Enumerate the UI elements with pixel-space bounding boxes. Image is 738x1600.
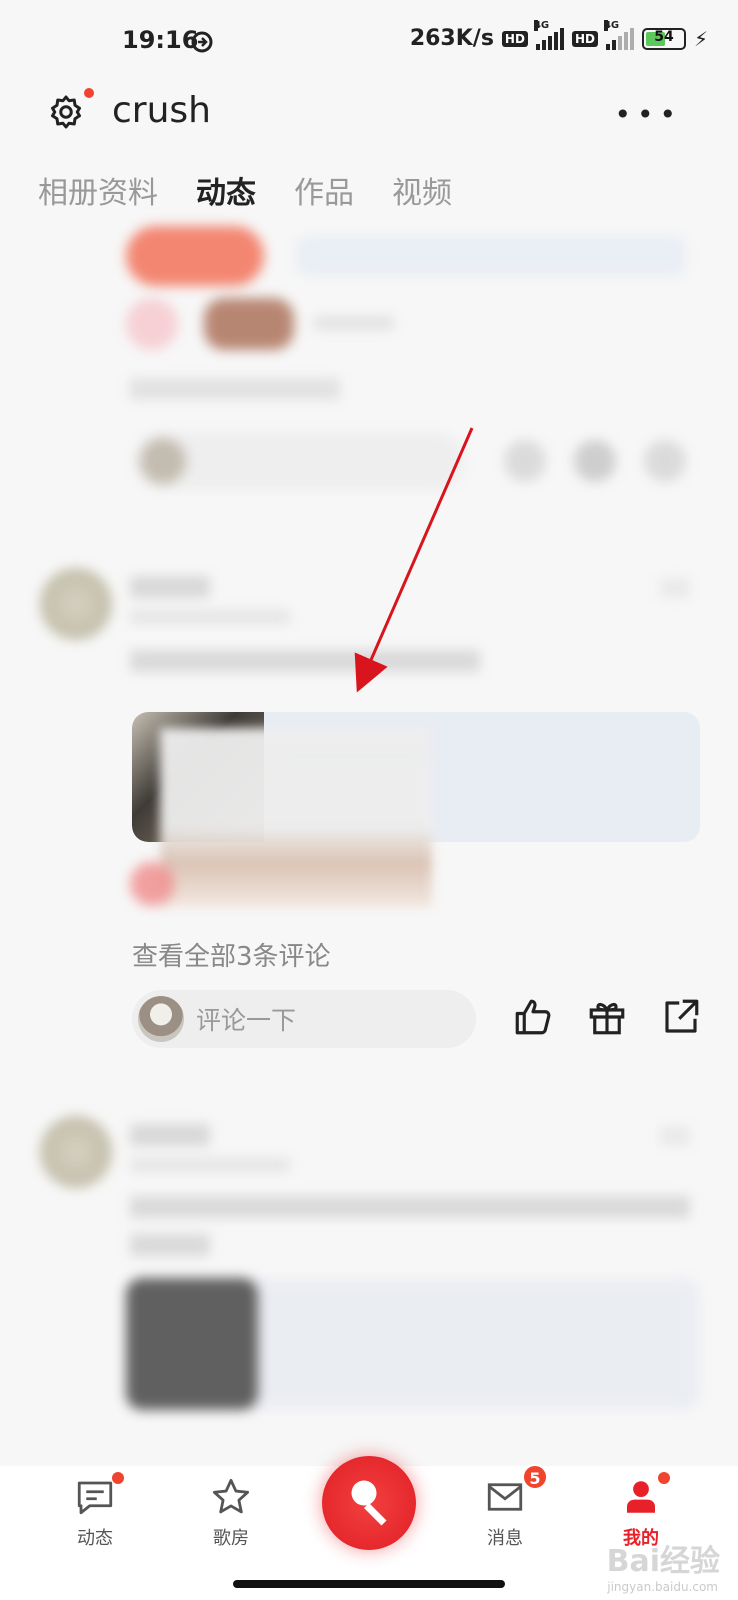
charging-icon: ⚡ — [693, 26, 708, 51]
page-title: crush — [112, 90, 211, 131]
status-bar: 19:16 263K/s HD 4G HD 4G 54 ⚡ — [0, 0, 738, 86]
notification-dot — [84, 88, 94, 98]
comment-input[interactable]: 评论一下 — [132, 990, 476, 1048]
view-all-comments-link[interactable]: 查看全部3条评论 — [132, 936, 331, 973]
microphone-icon — [351, 1480, 387, 1526]
sync-icon — [191, 31, 213, 53]
tab-album[interactable]: 相册资料 — [38, 168, 158, 212]
mail-icon — [487, 1483, 523, 1511]
home-indicator[interactable] — [233, 1580, 505, 1588]
more-menu-button[interactable]: ••• — [614, 98, 682, 131]
blurred-user-2 — [40, 568, 700, 678]
gift-icon[interactable] — [586, 996, 628, 1038]
create-button[interactable] — [322, 1456, 416, 1550]
notification-dot — [658, 1472, 670, 1484]
status-indicators: 263K/s HD 4G HD 4G 54 ⚡ — [409, 19, 708, 51]
blurred-text-1 — [130, 378, 340, 400]
message-count-badge: 5 — [522, 1464, 548, 1490]
tab-feed[interactable]: 动态 — [196, 168, 256, 212]
profile-tabs: 相册资料 动态 作品 视频 — [38, 168, 452, 212]
share-icon[interactable] — [660, 996, 702, 1038]
tab-video[interactable]: 视频 — [392, 168, 452, 212]
hd-badge-2: HD — [571, 30, 598, 47]
notification-dot — [112, 1472, 124, 1484]
watermark: Bai经验 — [606, 1544, 720, 1579]
status-time: 19:16 — [122, 26, 199, 54]
chat-icon — [77, 1481, 113, 1515]
blurred-actions-1 — [134, 432, 694, 490]
signal-icon-2: 4G — [603, 19, 634, 50]
user-icon — [627, 1481, 655, 1513]
blurred-post-1 — [126, 226, 686, 286]
battery-icon: 54 — [641, 27, 686, 50]
like-icon[interactable] — [512, 996, 554, 1038]
network-speed: 263K/s — [409, 26, 494, 51]
gear-icon[interactable] — [48, 94, 84, 130]
nav-karaoke[interactable]: 歌房 — [186, 1476, 276, 1550]
blurred-gift-row-1 — [126, 298, 406, 354]
signal-icon: 4G — [533, 19, 564, 50]
blurred-overlay — [160, 728, 432, 908]
comment-placeholder: 评论一下 — [196, 1006, 297, 1035]
avatar — [138, 996, 184, 1042]
blurred-gift-row-2 — [130, 862, 174, 906]
star-icon — [212, 1478, 250, 1514]
hd-badge: HD — [501, 30, 528, 47]
blurred-post-3 — [40, 1116, 700, 1416]
nav-feed[interactable]: 动态 — [50, 1472, 140, 1550]
profile-header: crush ••• — [0, 86, 738, 146]
tab-works[interactable]: 作品 — [294, 168, 354, 212]
watermark-url: jingyan.baidu.com — [607, 1580, 718, 1594]
nav-messages[interactable]: 消息 5 — [460, 1464, 550, 1550]
